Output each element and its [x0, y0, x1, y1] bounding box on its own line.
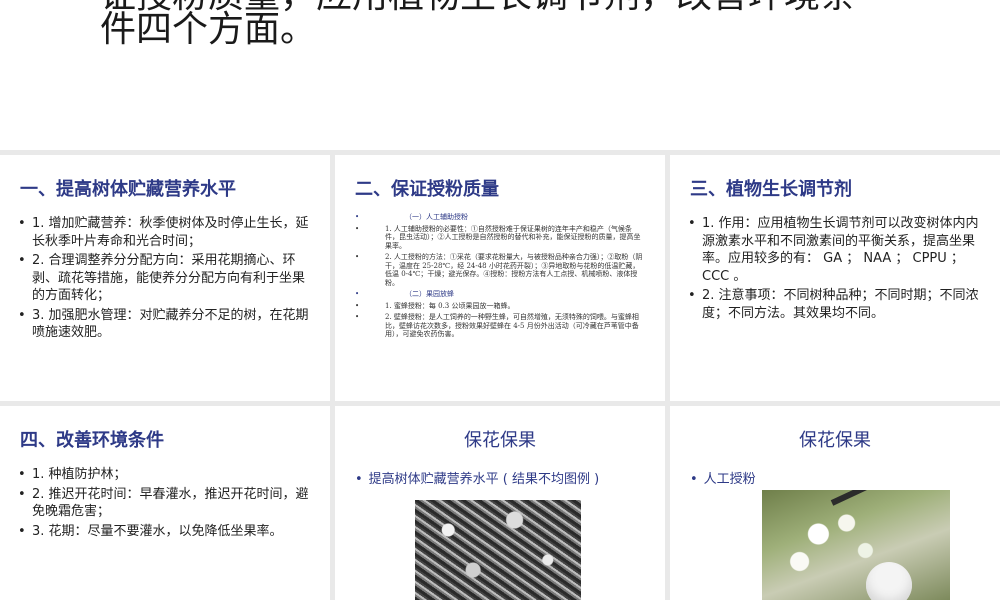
bullet-dot-icon: • — [690, 472, 698, 487]
list-item: 1. 增加贮藏营养：秋季使树体及时停止生长，延长秋季叶片寿命和光合时间； — [18, 215, 316, 250]
slide-pollination[interactable]: 二、保证授粉质量 （一）人工辅助授粉 1. 人工辅助授粉的必要性：①自然授粉难于… — [335, 155, 665, 401]
slide-subtitle: • 提高树体贮藏营养水平 ( 结果不均图例 ) — [355, 468, 599, 487]
slide-environment[interactable]: 四、改善环境条件 1. 种植防护林； 2. 推迟开花时间：早春灌水，推迟开花时间… — [0, 406, 330, 600]
slide-nutrient-storage[interactable]: 一、提高树体贮藏营养水平 1. 增加贮藏营养：秋季使树体及时停止生长，延长秋季叶… — [0, 155, 330, 401]
list-item: 3. 花期：尽量不要灌水，以免降低坐果率。 — [18, 523, 316, 541]
subtitle-text: 提高树体贮藏营养水平 ( 结果不均图例 ) — [368, 472, 600, 487]
pollination-brush — [830, 490, 950, 506]
list-item: （二）果园放蜂 — [355, 290, 645, 299]
hand-pollination-photo — [762, 490, 950, 600]
slide-title: 保花保果 — [464, 430, 536, 451]
list-item: 2. 人工授粉的方法：①采花（要求花粉量大，与被授粉品种亲合力强）；②取粉（阴干… — [355, 253, 645, 287]
subtitle-text: 人工授粉 — [703, 472, 756, 487]
bullet-list: 1. 作用：应用植物生长调节剂可以改变树体内内源激素水平和不同激素间的平衡关系，… — [688, 215, 986, 324]
slide-title: 四、改善环境条件 — [20, 430, 164, 451]
list-item: 2. 壁蜂授粉：是人工饲养的一种野生蜂，可自然增殖，无须特殊的饲喂。与蜜蜂相比，… — [355, 313, 645, 339]
list-item: 3. 加强肥水管理：对贮藏养分不足的树，在花期喷施速效肥。 — [18, 307, 316, 342]
header-text-line-2: 件四个方面。 — [100, 9, 317, 50]
slide-fruit-retention-photo-2[interactable]: 保花保果 • 人工授粉 — [670, 406, 1000, 600]
pollen-cup — [866, 562, 912, 600]
list-item: 1. 蜜蜂授粉：每 0.3 公顷果园放一箱蜂。 — [355, 302, 645, 311]
slide-title: 三、植物生长调节剂 — [690, 179, 852, 200]
header-slide: 证授粉质量，应用植物生长调节剂，改善环境条 件四个方面。 — [0, 0, 1000, 150]
list-item: 1. 人工辅助授粉的必要性：①自然授粉难于保证果树的连年丰产和稳产（气候条件，昆… — [355, 225, 645, 251]
tree-foliage-photo — [415, 500, 581, 600]
list-item: 2. 注意事项：不同树种品种；不同时期；不同浓度；不同方法。其效果均不同。 — [688, 287, 986, 322]
list-item: 2. 合理调整养分分配方向：采用花期摘心、环剥、疏花等措施，能使养分分配方向有利… — [18, 252, 316, 305]
slide-growth-regulators[interactable]: 三、植物生长调节剂 1. 作用：应用植物生长调节剂可以改变树体内内源激素水平和不… — [670, 155, 1000, 401]
list-item: 1. 作用：应用植物生长调节剂可以改变树体内内源激素水平和不同激素间的平衡关系，… — [688, 215, 986, 285]
bullet-list: 1. 增加贮藏营养：秋季使树体及时停止生长，延长秋季叶片寿命和光合时间； 2. … — [18, 215, 316, 344]
list-item: 2. 推迟开花时间：早春灌水，推迟开花时间，避免晚霜危害； — [18, 486, 316, 521]
slide-title: 保花保果 — [799, 430, 871, 451]
slide-fruit-retention-photo-1[interactable]: 保花保果 • 提高树体贮藏营养水平 ( 结果不均图例 ) — [335, 406, 665, 600]
slide-title: 一、提高树体贮藏营养水平 — [20, 179, 236, 200]
slide-title: 二、保证授粉质量 — [355, 179, 499, 200]
bullet-list: 1. 种植防护林； 2. 推迟开花时间：早春灌水，推迟开花时间，避免晚霜危害； … — [18, 466, 316, 542]
list-item: （一）人工辅助授粉 — [355, 213, 645, 222]
slide-subtitle: • 人工授粉 — [690, 468, 756, 487]
bullet-list: （一）人工辅助授粉 1. 人工辅助授粉的必要性：①自然授粉难于保证果树的连年丰产… — [355, 213, 645, 342]
bullet-dot-icon: • — [355, 472, 363, 487]
list-item: 1. 种植防护林； — [18, 466, 316, 484]
